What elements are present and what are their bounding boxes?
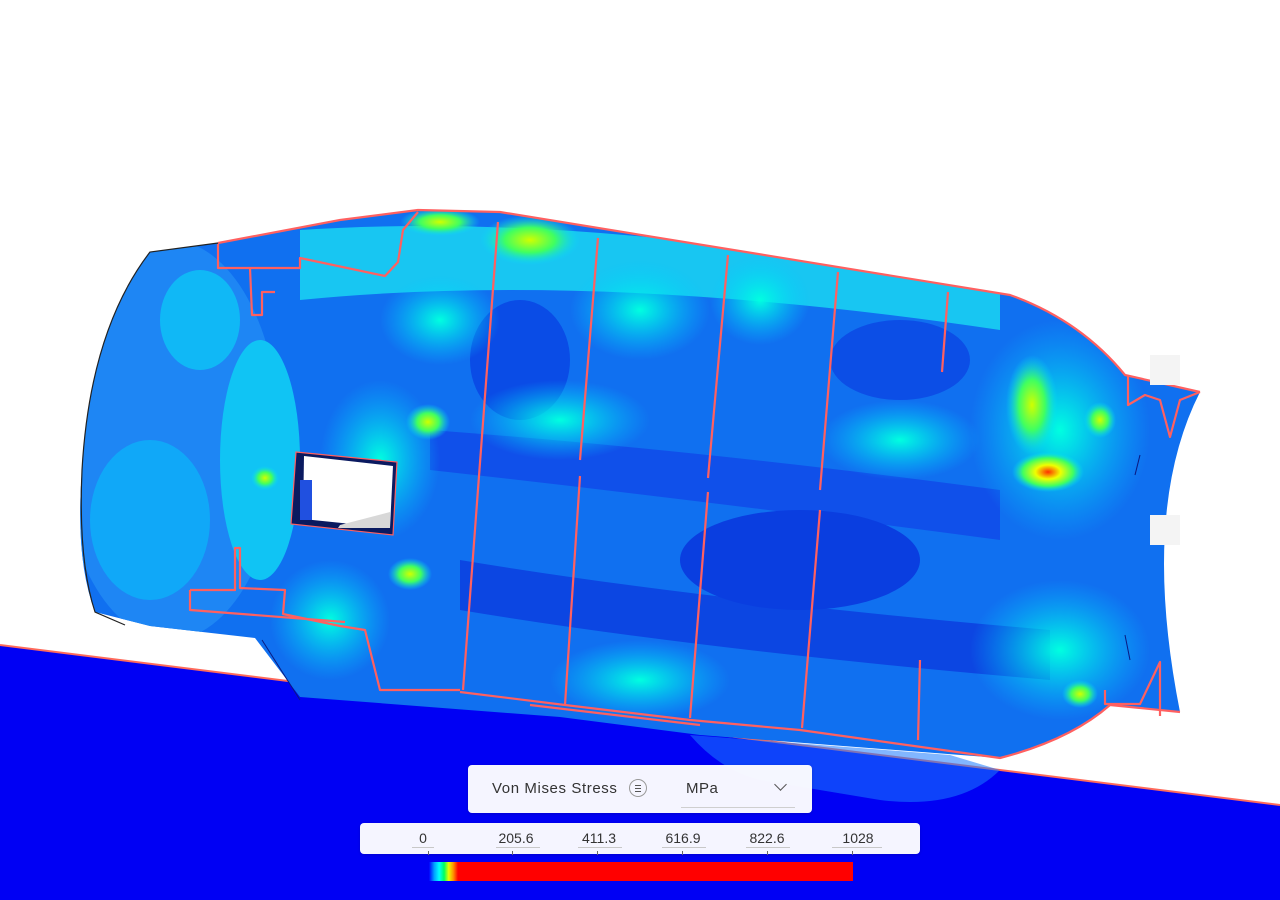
background-artifact: [1150, 515, 1180, 545]
legend-tick-label: 411.3: [582, 830, 616, 846]
legend-tick-label: 616.9: [665, 830, 701, 846]
color-scale-max-band: [458, 862, 853, 881]
legend-tick-label: 0: [419, 830, 427, 846]
color-scale-gradient: [429, 862, 458, 881]
color-scale-bar: [429, 862, 853, 881]
color-legend-scale: 0 205.6 411.3 616.9 822.6 1028: [360, 823, 920, 855]
unit-dropdown[interactable]: MPa: [681, 775, 795, 808]
legend-tick-label: 822.6: [749, 830, 785, 846]
unit-value: MPa: [686, 780, 719, 797]
menu-circle-icon[interactable]: [629, 779, 647, 797]
result-type-selector[interactable]: Von Mises Stress MPa: [468, 765, 812, 813]
legend-tick-label: 205.6: [498, 830, 534, 846]
legend-tick-label: 1028: [842, 830, 874, 846]
chevron-down-icon: [774, 778, 787, 791]
result-type-label: Von Mises Stress: [492, 780, 618, 797]
background-artifact: [1150, 355, 1180, 385]
part-cutout-opening: [290, 451, 398, 536]
